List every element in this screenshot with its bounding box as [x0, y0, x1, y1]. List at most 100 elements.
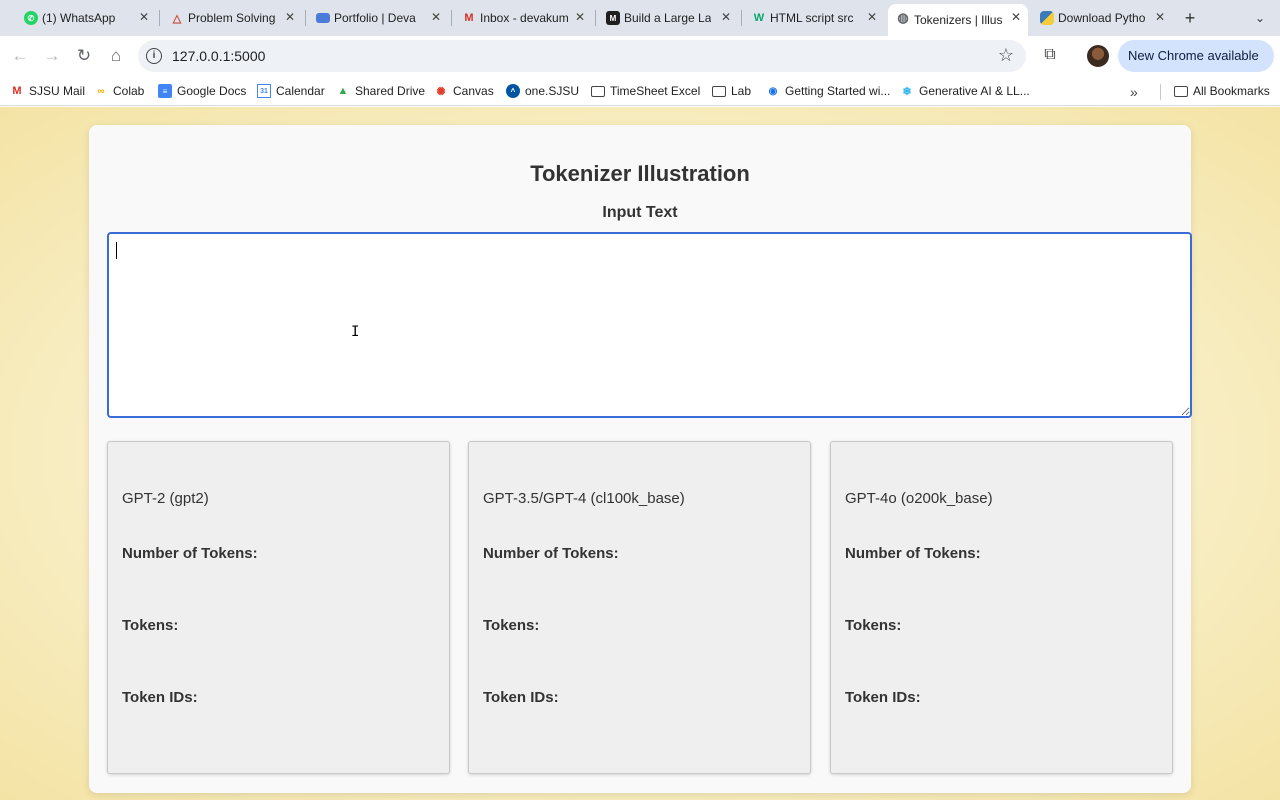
tokenizer-card-gpt2: GPT-2 (gpt2) Number of Tokens: Tokens: T… — [107, 441, 450, 774]
forward-arrow-icon[interactable]: → — [40, 44, 64, 68]
bookmark-label: Calendar — [276, 84, 325, 98]
bookmark-colab[interactable]: ∞ Colab — [94, 83, 144, 99]
address-bar[interactable]: i 127.0.0.1:5000 ☆ — [138, 40, 1026, 72]
tab-separator — [305, 10, 306, 26]
info-icon[interactable]: i — [146, 48, 162, 64]
tab-separator — [595, 10, 596, 26]
tab-tokenizers[interactable]: ◍ Tokenizers | Illus ✕ — [888, 4, 1028, 36]
close-icon[interactable]: ✕ — [428, 9, 444, 25]
avatar[interactable] — [1087, 45, 1109, 67]
bookmark-one-sjsu[interactable]: ^ one.SJSU — [506, 83, 579, 99]
snowflake-icon: ❄ — [902, 85, 912, 98]
model-name: GPT-3.5/GPT-4 (cl100k_base) — [483, 490, 685, 507]
bookmark-label: Colab — [113, 84, 145, 98]
new-tab-icon[interactable]: + — [1180, 8, 1200, 28]
chrome-update-button[interactable]: New Chrome available — [1118, 40, 1274, 72]
bookmark-sjsu-mail[interactable]: M SJSU Mail — [10, 83, 85, 99]
bookmark-label: TimeSheet Excel — [610, 84, 701, 98]
tab-problem-solving[interactable]: △ Problem Solving ✕ — [162, 4, 302, 32]
docs-icon: ≡ — [158, 84, 172, 98]
close-icon[interactable]: ✕ — [1152, 9, 1168, 25]
tab-label: Inbox - devakum — [480, 11, 569, 25]
gmail-icon: M — [12, 85, 22, 97]
close-icon[interactable]: ✕ — [718, 9, 734, 25]
browser-toolbar: ← → ↻ ⌂ i 127.0.0.1:5000 ☆ ⧉ New Chrome … — [0, 36, 1280, 76]
tab-strip: ✆ (1) WhatsApp ✕ △ Problem Solving ✕ Por… — [0, 0, 1280, 36]
tab-separator — [741, 10, 742, 26]
tokenizer-card-o200k: GPT-4o (o200k_base) Number of Tokens: To… — [830, 441, 1173, 774]
tab-label: Tokenizers | Illus — [914, 13, 1003, 27]
bookmark-timesheet-excel[interactable]: TimeSheet Excel — [591, 83, 700, 99]
close-icon[interactable]: ✕ — [572, 9, 588, 25]
canvas-icon: ✺ — [436, 85, 446, 98]
bookmark-label: All Bookmarks — [1193, 84, 1270, 98]
home-icon[interactable]: ⌂ — [104, 44, 128, 68]
book-icon: M — [606, 11, 620, 25]
w3-icon: W — [753, 12, 765, 24]
page-viewport: Tokenizer Illustration Input Text I GPT-… — [0, 107, 1280, 800]
bookmark-label: Canvas — [453, 84, 494, 98]
one-sjsu-icon: ^ — [506, 84, 520, 98]
bookmark-label: one.SJSU — [525, 84, 580, 98]
url-text: 127.0.0.1:5000 — [172, 48, 266, 64]
tab-label: Build a Large La — [624, 11, 712, 25]
drive-icon: ▲ — [337, 85, 349, 97]
tab-portfolio[interactable]: Portfolio | Deva ✕ — [308, 4, 448, 32]
main-container: Tokenizer Illustration Input Text I GPT-… — [89, 125, 1192, 793]
gmail-icon: M — [464, 12, 474, 24]
python-icon — [1040, 11, 1054, 25]
close-icon[interactable]: ✕ — [282, 9, 298, 25]
reload-icon[interactable]: ↻ — [72, 44, 96, 68]
tab-label: Download Pytho — [1058, 11, 1146, 25]
folder-icon — [1174, 85, 1188, 97]
close-icon[interactable]: ✕ — [864, 9, 880, 25]
bookmark-label: Getting Started wi... — [785, 84, 891, 98]
bookmark-google-docs[interactable]: ≡ Google Docs — [158, 83, 246, 99]
input-text-area[interactable] — [107, 232, 1192, 418]
globe-icon: ◍ — [897, 10, 909, 25]
input-text-label: Input Text — [602, 204, 678, 221]
triangle-icon: △ — [172, 12, 182, 25]
model-name: GPT-2 (gpt2) — [122, 490, 209, 507]
calendar-icon: 31 — [257, 84, 271, 98]
tokens-label: Tokens: — [122, 617, 179, 634]
text-caret — [116, 242, 117, 259]
tab-download-python[interactable]: Download Pytho ✕ — [1032, 4, 1172, 32]
bookmark-calendar[interactable]: 31 Calendar — [257, 83, 325, 99]
dot-icon: ◉ — [768, 85, 778, 97]
token-count-label: Number of Tokens: — [845, 545, 981, 562]
close-icon[interactable]: ✕ — [136, 9, 152, 25]
bookmark-lab[interactable]: Lab — [712, 83, 751, 99]
colab-icon: ∞ — [97, 85, 105, 97]
token-count-label: Number of Tokens: — [122, 545, 258, 562]
bookmark-label: Google Docs — [177, 84, 247, 98]
tab-label: HTML script src — [770, 11, 854, 25]
bookmark-generative-ai[interactable]: ❄ Generative AI & LL... — [900, 83, 1030, 99]
token-ids-label: Token IDs: — [845, 689, 921, 706]
tab-inbox[interactable]: M Inbox - devakum ✕ — [454, 4, 592, 32]
folder-icon — [591, 85, 605, 97]
bookmark-label: Generative AI & LL... — [919, 84, 1030, 98]
tab-html-script[interactable]: W HTML script src ✕ — [744, 4, 884, 32]
chevron-double-right-icon[interactable]: » — [1130, 84, 1138, 100]
chevron-down-icon[interactable]: ⌄ — [1250, 8, 1270, 28]
bookmark-canvas[interactable]: ✺ Canvas — [434, 83, 494, 99]
extensions-icon[interactable]: ⧉ — [1040, 45, 1060, 65]
tab-separator — [451, 10, 452, 26]
tab-build-llm[interactable]: M Build a Large La ✕ — [598, 4, 738, 32]
bookmark-label: Lab — [731, 84, 752, 98]
tab-label: Problem Solving — [188, 11, 276, 25]
bookmark-label: SJSU Mail — [29, 84, 86, 98]
tokens-label: Tokens: — [845, 617, 902, 634]
page-title: Tokenizer Illustration — [530, 161, 750, 186]
token-ids-label: Token IDs: — [122, 689, 198, 706]
star-icon[interactable]: ☆ — [998, 45, 1014, 66]
tab-whatsapp[interactable]: ✆ (1) WhatsApp ✕ — [16, 4, 156, 32]
tab-label: Portfolio | Deva — [334, 11, 416, 25]
back-arrow-icon[interactable]: ← — [8, 44, 32, 68]
all-bookmarks[interactable]: All Bookmarks — [1174, 83, 1270, 99]
bookmark-getting-started[interactable]: ◉ Getting Started wi... — [766, 83, 891, 99]
close-icon[interactable]: ✕ — [1008, 9, 1024, 25]
tokens-label: Tokens: — [483, 617, 540, 634]
bookmark-shared-drive[interactable]: ▲ Shared Drive — [336, 83, 425, 99]
